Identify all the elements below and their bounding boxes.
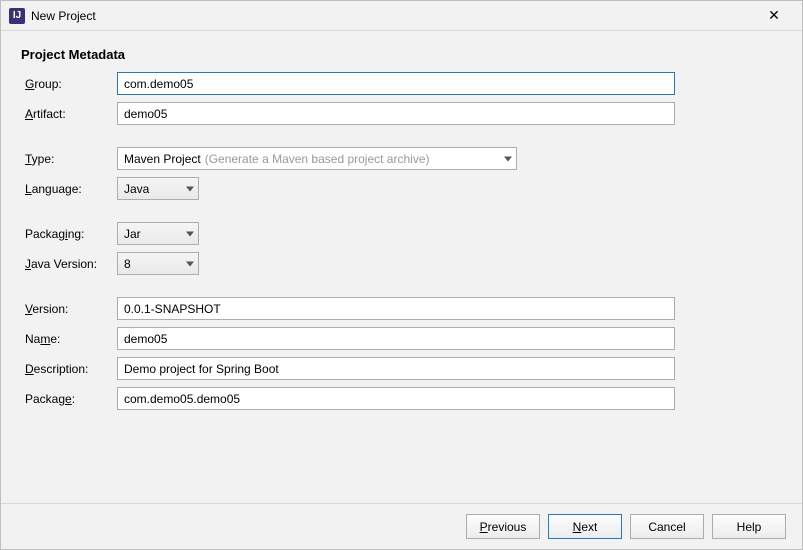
- close-icon: ✕: [768, 7, 780, 24]
- language-select[interactable]: Java: [117, 177, 199, 200]
- label-artifact: Artifact:: [21, 107, 111, 121]
- chevron-down-icon: [186, 231, 194, 236]
- chevron-down-icon: [186, 186, 194, 191]
- label-name: Name:: [21, 332, 111, 346]
- metadata-form: Group: Artifact: Type: Maven Project (Ge…: [21, 72, 782, 410]
- label-language: Language:: [21, 182, 111, 196]
- section-title: Project Metadata: [21, 47, 782, 62]
- dialog-content: Project Metadata Group: Artifact: Type: …: [1, 31, 802, 503]
- artifact-input[interactable]: [117, 102, 675, 125]
- cancel-button[interactable]: Cancel: [630, 514, 704, 539]
- version-input[interactable]: [117, 297, 675, 320]
- label-type: Type:: [21, 152, 111, 166]
- description-input[interactable]: [117, 357, 675, 380]
- new-project-dialog: IJ New Project ✕ Project Metadata Group:…: [0, 0, 803, 550]
- type-select[interactable]: Maven Project (Generate a Maven based pr…: [117, 147, 517, 170]
- next-button[interactable]: Next: [548, 514, 622, 539]
- label-packaging: Packaging:: [21, 227, 111, 241]
- package-input[interactable]: [117, 387, 675, 410]
- intellij-icon: IJ: [9, 8, 25, 24]
- label-version: Version:: [21, 302, 111, 316]
- dialog-footer: Previous Next Cancel Help: [1, 503, 802, 549]
- group-input[interactable]: [117, 72, 675, 95]
- packaging-select-value: Jar: [124, 227, 141, 241]
- titlebar: IJ New Project ✕: [1, 1, 802, 31]
- label-description: Description:: [21, 362, 111, 376]
- name-input[interactable]: [117, 327, 675, 350]
- help-button[interactable]: Help: [712, 514, 786, 539]
- label-java-version: Java Version:: [21, 257, 111, 271]
- label-package: Package:: [21, 392, 111, 406]
- previous-button[interactable]: Previous: [466, 514, 540, 539]
- close-button[interactable]: ✕: [754, 2, 794, 30]
- packaging-select[interactable]: Jar: [117, 222, 199, 245]
- type-select-hint: (Generate a Maven based project archive): [205, 152, 430, 166]
- chevron-down-icon: [504, 156, 512, 161]
- type-select-value: Maven Project: [124, 152, 201, 166]
- chevron-down-icon: [186, 261, 194, 266]
- label-group: Group:: [21, 77, 111, 91]
- language-select-value: Java: [124, 182, 149, 196]
- java-version-select-value: 8: [124, 257, 131, 271]
- java-version-select[interactable]: 8: [117, 252, 199, 275]
- window-title: New Project: [31, 9, 754, 23]
